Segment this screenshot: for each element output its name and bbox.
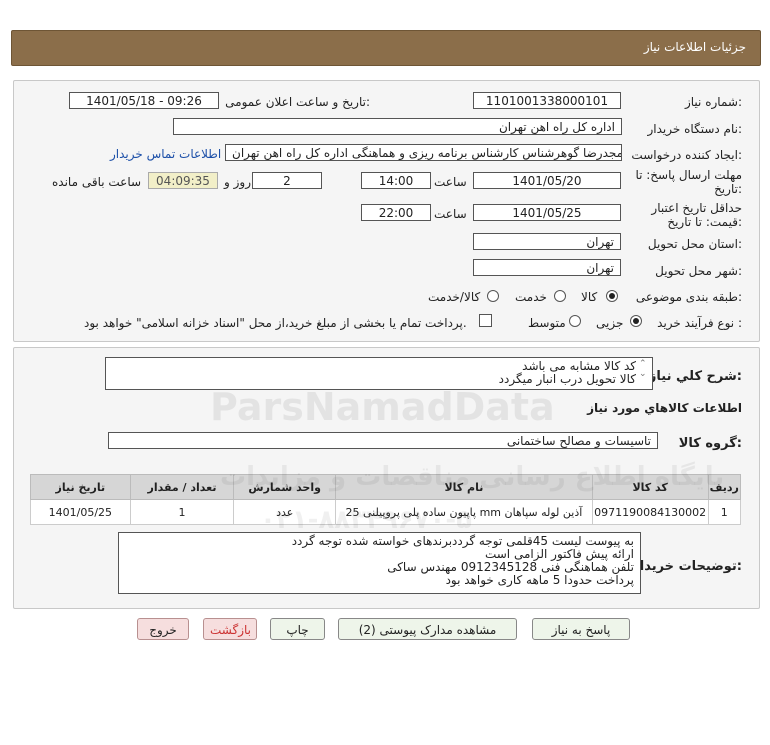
buyer-notes-textarea[interactable]: به پیوست لیست 45قلمی توجه گرددبرندهای خو… <box>118 532 641 594</box>
province-field: تهران <box>473 233 621 250</box>
page-header: جزئیات اطلاعات نیاز <box>11 30 761 66</box>
province-label: استان محل تحویل: <box>647 237 742 251</box>
deadline-time-field: 14:00 <box>361 172 431 189</box>
remaining-label: ساعت باقی مانده <box>52 175 142 189</box>
description-label: شرح کلي نياز: <box>648 369 742 384</box>
deadline-label-2: تاریخ: <box>714 182 742 196</box>
reply-button[interactable]: پاسخ به نیاز <box>532 618 630 640</box>
cell-row: 1 <box>707 499 742 525</box>
process-radio-medium[interactable] <box>569 315 581 327</box>
remaining-time-field: 04:09:35 <box>148 172 218 189</box>
cell-name: پاپیون ساده پلی پروپیلنی 25 mm آذین لوله… <box>335 499 593 525</box>
validity-date-field: 1401/05/25 <box>473 204 621 221</box>
need-number-label: شماره نیاز: <box>684 95 742 109</box>
buyer-label: نام دستگاه خریدار: <box>647 122 743 136</box>
category-label: طبقه بندی موضوعی: <box>635 290 742 304</box>
creator-label: ایجاد کننده درخواست: <box>631 148 742 162</box>
payment-note: پرداخت تمام یا بخشی از مبلغ خرید،از محل … <box>84 316 467 330</box>
cell-code: 0971190084130002 <box>591 499 709 525</box>
announce-label: تاریخ و ساعت اعلان عمومی: <box>225 95 370 109</box>
treasury-checkbox[interactable] <box>479 314 492 327</box>
category-option-service: خدمت <box>515 290 547 304</box>
buyer-contact-link[interactable]: اطلاعات تماس خریدار <box>110 147 221 161</box>
deadline-time-label: ساعت <box>434 175 467 189</box>
process-radio-minor[interactable] <box>630 315 642 327</box>
table-row[interactable]: 1401/05/25 1 عدد پاپیون ساده پلی پروپیلن… <box>30 499 742 525</box>
category-radio-goods[interactable] <box>606 290 618 302</box>
process-option-medium: متوسط <box>528 316 566 330</box>
buyer-notes-label: توضیحات خریدار: <box>632 559 742 574</box>
goods-table: تاریخ نیاز تعداد / مقدار واحد شمارش نام … <box>30 474 742 525</box>
goods-table-header: تاریخ نیاز تعداد / مقدار واحد شمارش نام … <box>30 474 742 500</box>
process-label: نوع فرآیند خرید : <box>657 316 742 330</box>
goods-group-field: تاسیسات و مصالح ساختمانی <box>108 432 658 449</box>
days-field: 2 <box>252 172 322 189</box>
col-code: کد کالا <box>591 474 709 500</box>
attachments-button[interactable]: مشاهده مدارک پیوستی (2) <box>338 618 517 640</box>
validity-time-field: 22:00 <box>361 204 431 221</box>
buyer-field: اداره کل راه اهن تهران <box>173 118 622 135</box>
deadline-label: مهلت ارسال پاسخ: تا <box>635 168 742 182</box>
cell-date: 1401/05/25 <box>30 499 131 525</box>
col-name: نام کالا <box>335 474 593 500</box>
description-textarea[interactable]: کد کالا مشابه می باشد کالا تحویل درب انب… <box>105 357 653 390</box>
days-label: روز و <box>224 175 251 189</box>
resize-grip-icon[interactable]: ⌃ ⌄ <box>639 359 647 379</box>
category-option-goods-service: کالا/خدمت <box>428 290 481 304</box>
exit-button[interactable]: خروج <box>137 618 189 640</box>
process-option-minor: جزیی <box>596 316 624 330</box>
deadline-date-field: 1401/05/20 <box>473 172 621 189</box>
need-number-field: 1101001338000101 <box>473 92 621 109</box>
cell-unit: عدد <box>233 499 337 525</box>
announce-field: 1401/05/18 - 09:26 <box>69 92 219 109</box>
print-button[interactable]: چاپ <box>270 618 325 640</box>
col-row: ردیف <box>707 474 742 500</box>
validity-label: حداقل تاریخ اعتبار <box>651 201 742 215</box>
category-radio-service[interactable] <box>554 290 566 302</box>
city-field: تهران <box>473 259 621 276</box>
col-quantity: تعداد / مقدار <box>129 474 235 500</box>
city-label: شهر محل تحویل: <box>655 264 742 278</box>
category-option-goods: کالا <box>581 290 598 304</box>
col-unit: واحد شمارش <box>233 474 337 500</box>
buyer-notes-line-4: پرداخت حدودا 5 ماهه کاری خواهد بود <box>445 573 634 587</box>
validity-time-label: ساعت <box>434 207 467 221</box>
category-radio-goods-service[interactable] <box>487 290 499 302</box>
col-date: تاریخ نیاز <box>30 474 131 500</box>
back-button[interactable]: بازگشت <box>203 618 257 640</box>
description-line-2: کالا تحویل درب انبار میگردد <box>498 372 636 386</box>
cell-quantity: 1 <box>129 499 235 525</box>
creator-field: مجدرضا گوهرشناس کارشناس برنامه ریزی و هم… <box>225 144 622 161</box>
goods-group-label: گروه کالا: <box>678 436 742 451</box>
validity-label-2: قیمت: تا تاریخ: <box>667 215 742 229</box>
goods-section-title: اطلاعات کالاهاي مورد نياز <box>587 401 742 415</box>
page-title: جزئیات اطلاعات نیاز <box>643 40 746 54</box>
